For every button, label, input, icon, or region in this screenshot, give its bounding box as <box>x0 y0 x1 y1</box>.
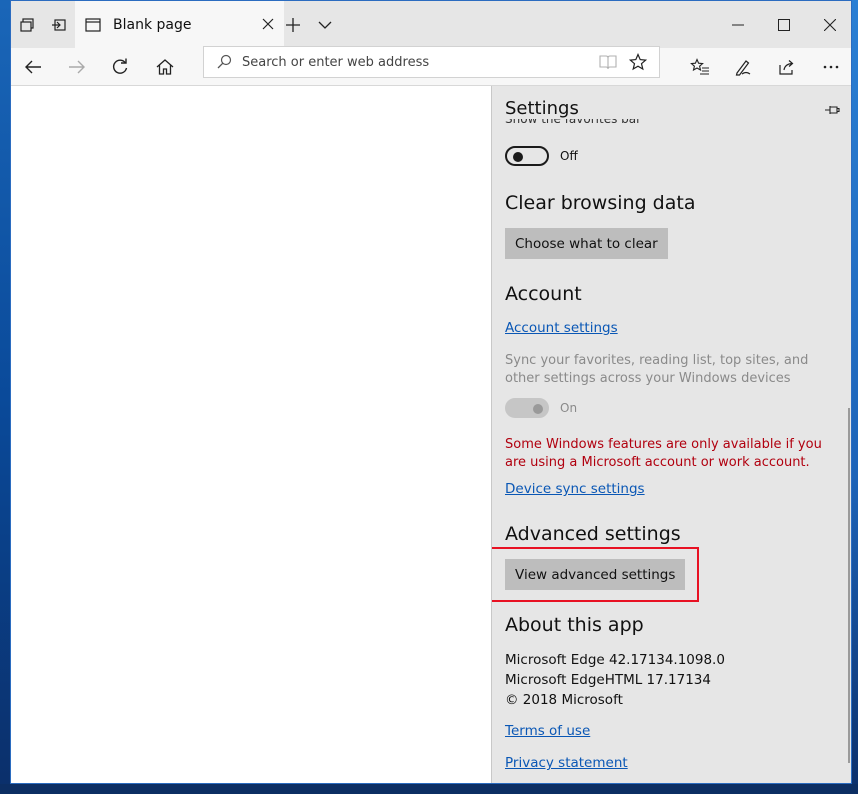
scrollbar[interactable] <box>848 408 850 763</box>
home-icon <box>156 59 174 75</box>
edge-window: Blank page Search or enter web address S… <box>10 0 852 784</box>
page-content <box>11 86 491 783</box>
toggle-knob <box>533 404 543 414</box>
account-settings-link[interactable]: Account settings <box>505 320 618 336</box>
tab-preview-icon <box>20 17 34 32</box>
tab-blank-page[interactable]: Blank page <box>75 1 284 48</box>
close-tab-icon <box>262 18 274 30</box>
title-bar: Blank page <box>11 1 851 48</box>
advanced-settings-heading: Advanced settings <box>505 523 681 545</box>
favorites-bar-state: Off <box>560 149 578 163</box>
forward-icon <box>69 60 85 74</box>
tab-title: Blank page <box>113 16 192 33</box>
reading-view-icon[interactable] <box>599 54 617 70</box>
favorites-bar-toggle[interactable] <box>505 146 549 166</box>
minimize-button[interactable] <box>715 1 761 48</box>
desktop-background-right <box>852 0 858 794</box>
maximize-icon <box>778 18 790 31</box>
search-icon <box>217 54 232 69</box>
favorite-star-icon[interactable] <box>629 53 647 71</box>
navigation-bar <box>11 46 851 86</box>
favorites-hub-button[interactable] <box>680 48 720 86</box>
device-sync-settings-link[interactable]: Device sync settings <box>505 481 645 497</box>
favorites-hub-icon <box>690 58 709 75</box>
set-aside-tabs-button[interactable] <box>43 1 75 48</box>
new-tab-icon <box>286 17 300 32</box>
privacy-statement-link[interactable]: Privacy statement <box>505 755 628 771</box>
refresh-button[interactable] <box>100 48 140 86</box>
refresh-icon <box>112 58 128 74</box>
sync-description: Sync your favorites, reading list, top s… <box>505 353 809 386</box>
close-tab-button[interactable] <box>258 14 278 34</box>
back-icon <box>25 60 41 74</box>
set-aside-tabs-icon <box>52 18 66 31</box>
clear-browsing-heading: Clear browsing data <box>505 192 696 214</box>
tab-preview-button[interactable] <box>11 1 43 48</box>
tab-list-button[interactable] <box>309 1 341 48</box>
copyright: © 2018 Microsoft <box>505 692 623 708</box>
minimize-icon <box>732 24 744 25</box>
terms-of-use-link[interactable]: Terms of use <box>505 723 590 739</box>
address-bar[interactable] <box>203 46 660 78</box>
more-icon <box>823 65 839 69</box>
settings-title: Settings <box>505 98 579 119</box>
pin-icon <box>825 106 840 114</box>
choose-what-to-clear-button[interactable]: Choose what to clear <box>505 228 668 259</box>
toggle-knob <box>513 152 523 162</box>
share-button[interactable] <box>767 48 807 86</box>
taskbar-edge <box>0 784 858 794</box>
account-warning: Some Windows features are only available… <box>505 437 822 470</box>
desktop-background-left <box>0 0 10 794</box>
web-note-icon <box>735 60 751 76</box>
maximize-button[interactable] <box>761 1 807 48</box>
share-icon <box>779 60 794 75</box>
favorites-bar-label: Show the favorites bar <box>505 119 642 126</box>
about-heading: About this app <box>505 614 644 636</box>
back-button[interactable] <box>13 48 53 86</box>
tab-list-icon <box>318 21 332 29</box>
sync-state: On <box>560 401 578 415</box>
view-advanced-settings-button[interactable]: View advanced settings <box>505 559 686 590</box>
new-tab-button[interactable] <box>277 1 309 48</box>
page-icon <box>85 17 101 32</box>
pin-button[interactable] <box>822 100 842 120</box>
close-window-icon <box>824 18 836 31</box>
home-button[interactable] <box>145 48 185 86</box>
close-window-button[interactable] <box>807 1 851 48</box>
account-heading: Account <box>505 283 582 305</box>
more-button[interactable] <box>811 48 851 86</box>
forward-button[interactable] <box>57 48 97 86</box>
web-note-button[interactable] <box>723 48 763 86</box>
edgehtml-version: Microsoft EdgeHTML 17.17134 <box>505 672 711 688</box>
edge-version: Microsoft Edge 42.17134.1098.0 <box>505 652 725 668</box>
sync-toggle[interactable] <box>505 398 549 418</box>
address-input[interactable] <box>242 52 582 72</box>
settings-pane: Settings Show the favorites bar Off Clea… <box>491 86 851 783</box>
